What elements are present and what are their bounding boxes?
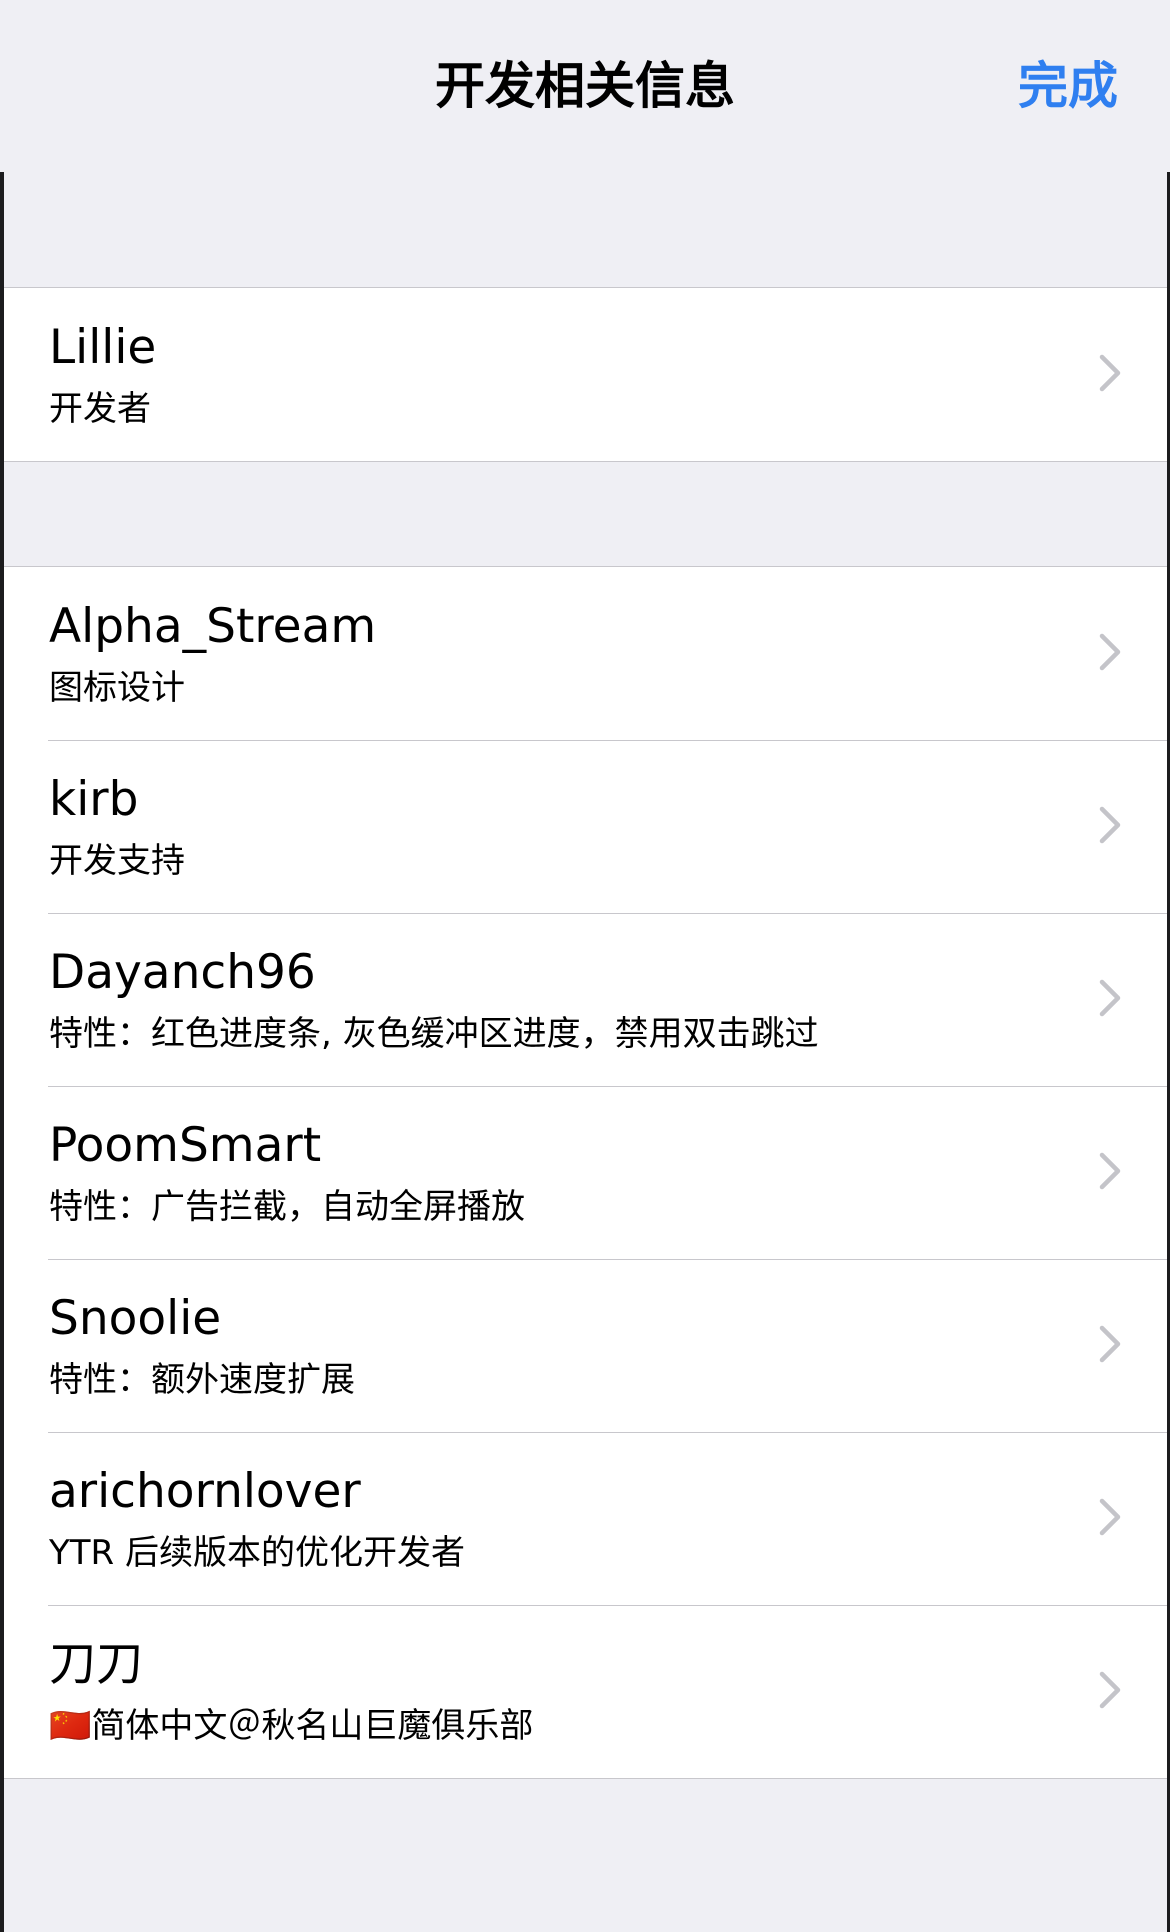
developer-section: Lillie 开发者 (4, 287, 1167, 462)
contributor-role: 开发者 (49, 389, 151, 429)
chevron-right-icon (1099, 1498, 1121, 1536)
contributor-name: Lillie (49, 320, 157, 375)
chevron-right-icon (1099, 1671, 1121, 1709)
chevron-right-icon (1099, 806, 1121, 844)
contributor-role: 🇨🇳简体中文＠秋名山巨魔俱乐部 (49, 1706, 534, 1746)
contributor-role: 特性：红色进度条, 灰色缓冲区进度，禁用双击跳过 (49, 1014, 819, 1054)
chevron-right-icon (1099, 979, 1121, 1017)
page-title: 开发相关信息 (435, 57, 735, 115)
chevron-right-icon (1099, 633, 1121, 671)
contributor-name: kirb (49, 772, 139, 827)
contributor-role: 开发支持 (49, 841, 185, 881)
contributor-name: PoomSmart (49, 1118, 322, 1173)
list-item-dayanch96[interactable]: Dayanch96 特性：红色进度条, 灰色缓冲区进度，禁用双击跳过 (4, 913, 1167, 1086)
list-item-arichornlover[interactable]: arichornlover YTR 后续版本的优化开发者 (4, 1432, 1167, 1605)
contributor-name: Snoolie (49, 1291, 222, 1346)
chevron-right-icon (1099, 1152, 1121, 1190)
contributor-role: 特性：额外速度扩展 (49, 1360, 355, 1400)
contributor-name: arichornlover (49, 1464, 361, 1519)
list-item-alpha-stream[interactable]: Alpha_Stream 图标设计 (4, 567, 1167, 740)
chevron-right-icon (1099, 1325, 1121, 1363)
contributor-name: Alpha_Stream (49, 599, 377, 654)
contributors-section: Alpha_Stream 图标设计 kirb 开发支持 Dayanch96 特性… (4, 566, 1167, 1779)
list-item-poomsmart[interactable]: PoomSmart 特性：广告拦截，自动全屏播放 (4, 1086, 1167, 1259)
navigation-bar: 开发相关信息 完成 (0, 0, 1170, 172)
list-item-daodao[interactable]: 刀刀 🇨🇳简体中文＠秋名山巨魔俱乐部 (4, 1605, 1167, 1778)
list-item-kirb[interactable]: kirb 开发支持 (4, 740, 1167, 913)
contributor-name: Dayanch96 (49, 945, 316, 1000)
list-item-lillie[interactable]: Lillie 开发者 (4, 288, 1167, 461)
chevron-right-icon (1099, 354, 1121, 392)
contributor-name: 刀刀 (49, 1637, 143, 1692)
contributor-role: YTR 后续版本的优化开发者 (49, 1533, 465, 1573)
list-item-snoolie[interactable]: Snoolie 特性：额外速度扩展 (4, 1259, 1167, 1432)
contributor-role: 特性：广告拦截，自动全屏播放 (49, 1187, 525, 1227)
done-button[interactable]: 完成 (1018, 54, 1118, 118)
contributor-role: 图标设计 (49, 668, 185, 708)
